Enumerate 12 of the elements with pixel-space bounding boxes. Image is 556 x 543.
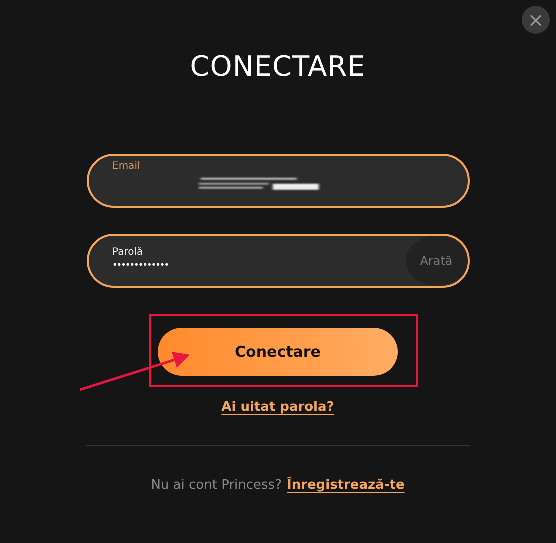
password-value: ••••••••••••• [112,261,169,271]
show-password-button[interactable]: Arată [406,236,468,286]
login-button[interactable]: Conectare [158,328,398,376]
field-label: Email [112,161,140,172]
forgot-password-link[interactable]: Ai uitat parola? [222,400,334,415]
email-field[interactable]: Email [86,154,470,208]
footer-text: Nu ai cont Princess? [151,478,282,493]
dialog-title: CONECTARE [190,50,366,84]
password-field[interactable]: Parolă ••••••••••••• Arată [86,234,470,288]
register-link[interactable]: Înregistrează-te [286,478,405,493]
field-label: Parolă [112,247,144,258]
close-button[interactable]: × [522,6,550,34]
